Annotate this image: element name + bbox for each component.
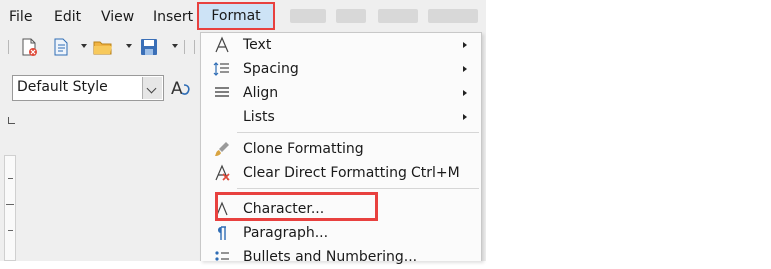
submenu-arrow-icon [463,66,467,72]
format-menu-paragraph[interactable]: Paragraph... [201,221,481,245]
toolbar-separator [8,40,9,54]
submenu-arrow-icon [463,90,467,96]
submenu-arrow-icon [463,114,467,120]
blank-area [486,0,771,261]
spacing-icon [213,62,229,76]
toolbar-separator [184,40,185,54]
format-menu-text[interactable]: Text [201,33,481,57]
format-menu-clone-formatting[interactable]: Clone Formatting [201,137,481,161]
svg-text:A: A [171,79,183,99]
format-menu-lists[interactable]: Lists [201,105,481,129]
format-menu: Text Spacing Align Lists Clone Formattin… [200,32,482,265]
toolbar-separator [194,40,195,54]
save-icon[interactable] [138,36,160,58]
menu-item-label: Bullets and Numbering... [243,249,418,265]
menu-file[interactable]: File [9,7,32,27]
menu-item-shortcut: Ctrl+M [411,165,460,181]
menu-separator [237,132,479,133]
format-menu-bullets-and-numbering[interactable]: Bullets and Numbering... [201,245,481,269]
format-menu-align[interactable]: Align [201,81,481,105]
ruler-tick [6,204,14,205]
paintbrush-icon [215,142,229,156]
blurred-menu-item [336,9,366,23]
blurred-menu-item [428,9,478,23]
text-a-icon [215,36,229,53]
open-dropdown-caret[interactable] [126,44,132,48]
writer-window: File Edit View Insert Format Default Sty… [0,0,486,265]
bullets-icon [215,251,229,261]
chevron-down-icon[interactable] [142,77,162,99]
menu-item-label: Text [243,37,272,53]
menu-item-label: Spacing [243,61,299,77]
menu-insert[interactable]: Insert [153,7,193,27]
ruler-tick [8,178,13,179]
menu-view[interactable]: View [101,7,134,27]
align-icon [215,87,229,97]
menu-item-label: Align [243,85,279,101]
format-menu-spacing[interactable]: Spacing [201,57,481,81]
blurred-menu-item [378,9,418,23]
template-document-icon[interactable] [50,36,72,58]
tab-stop-marker[interactable] [8,117,15,124]
menu-format[interactable]: Format [197,2,275,30]
menu-bar: File Edit View Insert Format [0,0,486,32]
save-dropdown-caret[interactable] [172,44,178,48]
menu-edit[interactable]: Edit [54,7,81,27]
paragraph-style-combo[interactable]: Default Style [12,75,164,101]
menu-item-label: Lists [243,109,275,125]
menu-item-label: Clone Formatting [243,141,364,157]
paragraph-icon [218,226,226,240]
new-document-icon[interactable] [18,36,40,58]
menu-item-label: Paragraph... [243,225,329,241]
ruler-tick [8,230,13,231]
menu-item-label: Clear Direct Formatting [243,165,407,181]
submenu-arrow-icon [463,42,467,48]
template-dropdown-caret[interactable] [81,44,87,48]
open-folder-icon[interactable] [92,36,114,58]
paragraph-style-value: Default Style [17,79,108,95]
menu-separator [237,188,479,189]
format-menu-clear-direct-formatting[interactable]: Clear Direct Formatting Ctrl+M [201,161,481,185]
update-style-icon[interactable]: A [170,77,194,99]
blurred-menu-item [290,9,326,23]
clear-formatting-icon [215,164,230,181]
vertical-ruler [4,155,16,261]
character-highlight-box [215,192,378,221]
